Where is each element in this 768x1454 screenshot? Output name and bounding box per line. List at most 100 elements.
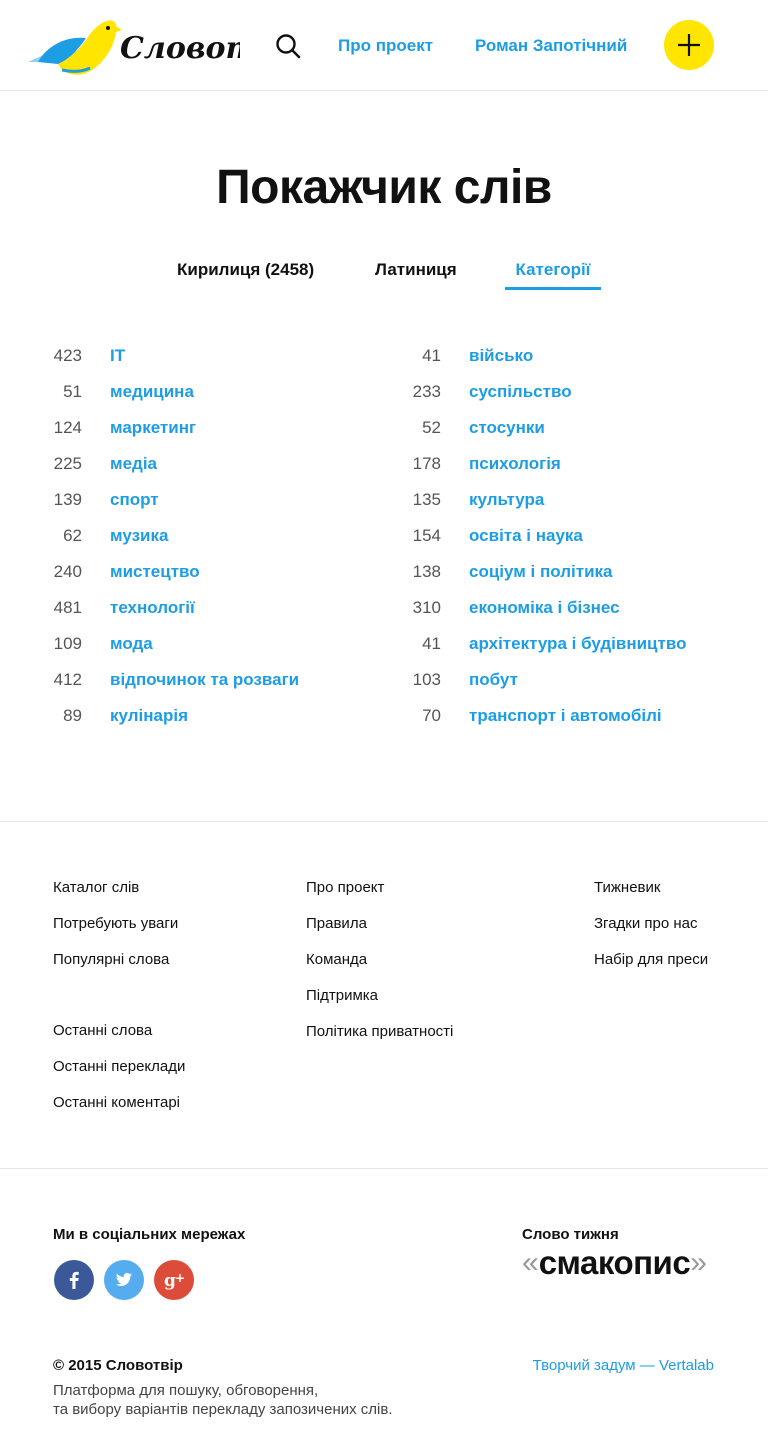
footer-link[interactable]: Набір для преси <box>594 951 708 987</box>
category-row: 225 медіа <box>30 445 370 481</box>
category-link[interactable]: мистецтво <box>110 562 200 582</box>
category-count: 154 <box>412 526 441 545</box>
footer-link[interactable]: Політика приватності <box>306 1023 453 1059</box>
category-link[interactable]: медіа <box>110 454 157 474</box>
footer-link[interactable]: Команда <box>306 951 453 987</box>
nav-user-link[interactable]: Роман Запотічний <box>475 36 627 56</box>
category-count: 41 <box>422 634 441 653</box>
category-row: 481 технології <box>30 589 370 625</box>
category-link[interactable]: транспорт і автомобілі <box>469 706 662 726</box>
category-link[interactable]: мода <box>110 634 153 654</box>
category-list-left: 423 IT 51 медицина 124 маркетинг 225 медіа 1… <box>30 337 370 733</box>
facebook-button[interactable] <box>54 1260 94 1300</box>
search-icon <box>276 34 301 59</box>
tab-latin[interactable]: Латиниця <box>375 260 457 280</box>
category-row: 52 стосунки <box>389 409 729 445</box>
footer-link[interactable]: Каталог слів <box>53 879 178 915</box>
svg-text:Словотвір: Словотвір <box>120 31 240 66</box>
category-row: 70 транспорт і автомобілі <box>389 697 729 733</box>
tagline-line: та вибору варіантів перекладу запозичени… <box>53 1401 393 1418</box>
category-count: 109 <box>53 634 82 653</box>
tab-cyrillic[interactable]: Кирилиця (2458) <box>177 260 314 280</box>
category-list-right: 41 військо 233 суспільство 52 стосунки 178 п… <box>389 337 729 733</box>
category-row: 103 побут <box>389 661 729 697</box>
category-link[interactable]: музика <box>110 526 168 546</box>
category-count: 481 <box>53 598 82 617</box>
category-link[interactable]: архітектура і будівництво <box>469 634 686 654</box>
category-row: 138 соціум і політика <box>389 553 729 589</box>
twitter-button[interactable] <box>104 1260 144 1300</box>
category-link[interactable]: суспільство <box>469 382 572 402</box>
category-count: 124 <box>53 418 82 437</box>
category-link[interactable]: соціум і політика <box>469 562 612 582</box>
category-link[interactable]: психологія <box>469 454 561 474</box>
category-row: 412 відпочинок та розваги <box>30 661 370 697</box>
category-row: 89 кулінарія <box>30 697 370 733</box>
category-row: 178 психологія <box>389 445 729 481</box>
category-count: 41 <box>422 346 441 365</box>
category-link[interactable]: IT <box>110 346 125 366</box>
footer-link[interactable]: Популярні слова <box>53 951 178 987</box>
footer-link[interactable]: Про проект <box>306 879 453 915</box>
copyright: © 2015 Словотвір <box>53 1357 183 1374</box>
category-count: 139 <box>53 490 82 509</box>
category-count: 52 <box>422 418 441 437</box>
footer-link[interactable]: Правила <box>306 915 453 951</box>
section-divider <box>0 1168 768 1169</box>
search-button[interactable] <box>274 32 302 60</box>
category-link[interactable]: технології <box>110 598 195 618</box>
category-link[interactable]: відпочинок та розваги <box>110 670 299 690</box>
facebook-icon <box>69 1271 79 1289</box>
site-header: Словотвір Про проект Роман Запотічний <box>0 0 768 91</box>
google-plus-button[interactable]: g + <box>154 1260 194 1300</box>
category-link[interactable]: спорт <box>110 490 159 510</box>
category-count: 178 <box>412 454 441 473</box>
footer-link[interactable]: Останні слова <box>53 1022 185 1058</box>
word-of-week-link[interactable]: «смакопис» <box>522 1243 714 1283</box>
quote-open: « <box>522 1246 539 1279</box>
quote-close: » <box>690 1246 707 1279</box>
footer-link[interactable]: Підтримка <box>306 987 453 1023</box>
svg-text:+: + <box>175 1271 185 1285</box>
category-count: 70 <box>422 706 441 725</box>
category-row: 41 архітектура і будівництво <box>389 625 729 661</box>
category-row: 423 IT <box>30 337 370 373</box>
twitter-icon <box>116 1273 132 1286</box>
category-count: 233 <box>412 382 441 401</box>
category-link[interactable]: культура <box>469 490 544 510</box>
category-count: 423 <box>53 346 82 365</box>
site-logo[interactable]: Словотвір <box>28 14 240 78</box>
category-row: 240 мистецтво <box>30 553 370 589</box>
footer-link[interactable]: Останні коментарі <box>53 1094 185 1130</box>
category-link[interactable]: кулінарія <box>110 706 188 726</box>
section-divider <box>0 821 768 822</box>
category-count: 240 <box>53 562 82 581</box>
add-word-button[interactable] <box>664 20 714 70</box>
category-link[interactable]: економіка і бізнес <box>469 598 620 618</box>
category-count: 412 <box>53 670 82 689</box>
category-link[interactable]: побут <box>469 670 518 690</box>
category-count: 138 <box>412 562 441 581</box>
page-title: Покажчик слів <box>216 161 552 214</box>
credit-link[interactable]: Творчий задум — Vertalab <box>533 1357 714 1374</box>
category-row: 139 спорт <box>30 481 370 517</box>
category-link[interactable]: освіта і наука <box>469 526 583 546</box>
category-link[interactable]: стосунки <box>469 418 545 438</box>
bird-logo-icon: Словотвір <box>28 20 240 75</box>
category-link[interactable]: військо <box>469 346 533 366</box>
footer-link[interactable]: Тижневик <box>594 879 708 915</box>
category-row: 62 музика <box>30 517 370 553</box>
nav-about-link[interactable]: Про проект <box>338 36 433 56</box>
category-row: 109 мода <box>30 625 370 661</box>
footer-link[interactable]: Потребують уваги <box>53 915 178 951</box>
google-plus-icon: g + <box>164 1271 185 1291</box>
category-count: 62 <box>63 526 82 545</box>
plus-icon <box>678 34 700 56</box>
category-link[interactable]: маркетинг <box>110 418 196 438</box>
tab-categories[interactable]: Категорії <box>505 260 601 290</box>
footer-link[interactable]: Останні переклади <box>53 1058 185 1094</box>
word-of-week: смакопис <box>538 1244 691 1281</box>
footer-link[interactable]: Згадки про нас <box>594 915 708 951</box>
category-link[interactable]: медицина <box>110 382 194 402</box>
social-title: Ми в соціальних мережах <box>53 1226 246 1243</box>
